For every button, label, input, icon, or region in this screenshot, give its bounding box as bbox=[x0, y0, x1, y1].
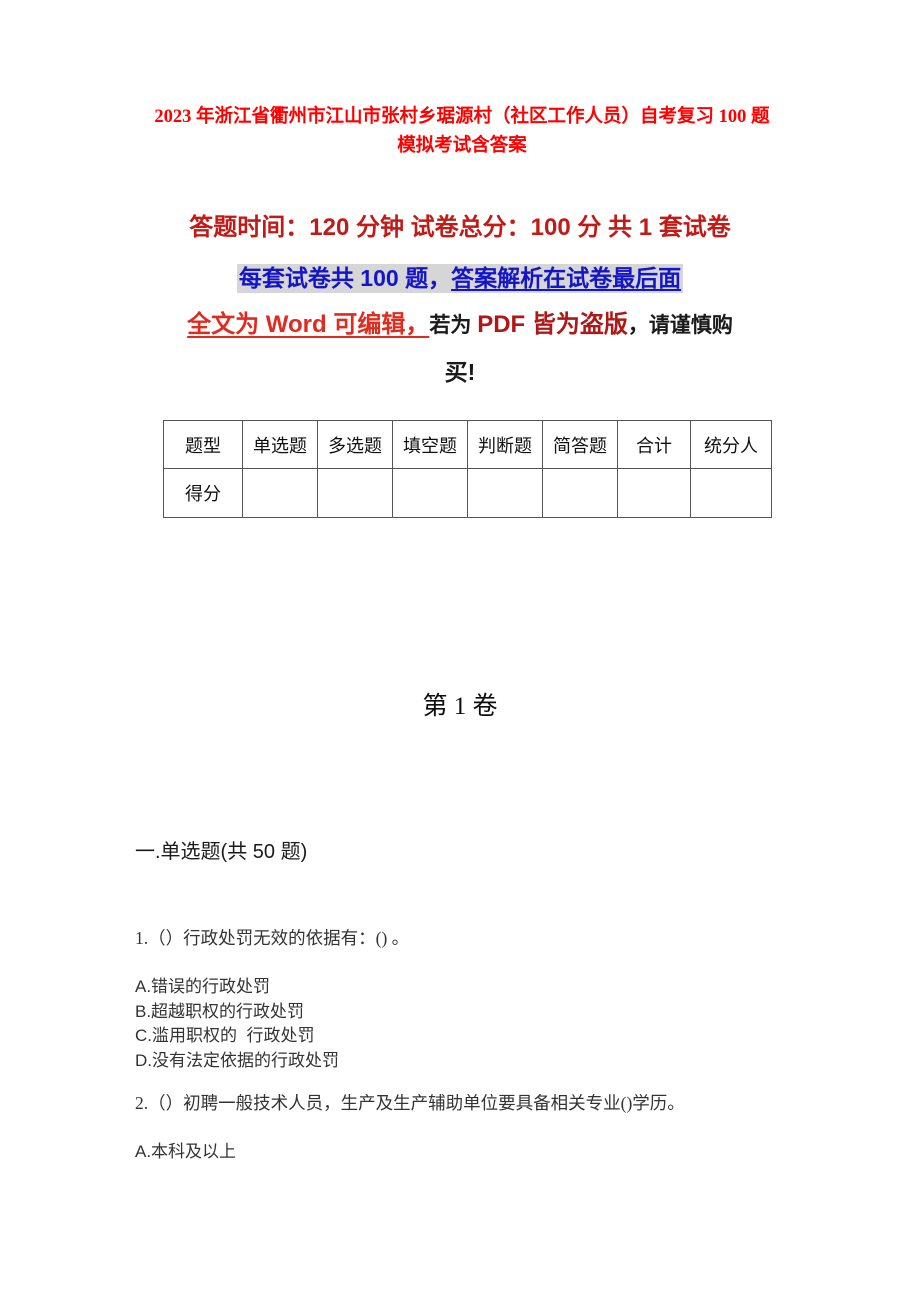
question-stem-2: 2.（）初聘一般技术人员，生产及生产辅助单位要具备相关专业()学历。 bbox=[135, 1093, 685, 1113]
score-table: 题型 单选题 多选题 填空题 判断题 简答题 合计 统分人 得分 bbox=[163, 420, 772, 518]
score-cell[interactable] bbox=[690, 468, 772, 518]
option-item[interactable]: B.超越职权的行政处罚 bbox=[135, 1000, 795, 1025]
question-options-1: A.错误的行政处罚 B.超越职权的行政处罚 C.滥用职权的 行政处罚 D.没有法… bbox=[135, 975, 795, 1073]
score-cell[interactable] bbox=[617, 468, 691, 518]
option-item[interactable]: A.错误的行政处罚 bbox=[135, 975, 795, 1000]
table-header-cell: 填空题 bbox=[392, 420, 468, 469]
copyright-notice-line: 全文为 Word 可编辑，若为 PDF 皆为盗版，请谨慎购 bbox=[140, 307, 780, 344]
score-cell[interactable] bbox=[542, 468, 618, 518]
question-options-2: A.本科及以上 bbox=[135, 1140, 795, 1165]
table-header-cell: 判断题 bbox=[467, 420, 543, 469]
highlight-notice-line: 每套试卷共 100 题，答案解析在试卷最后面 bbox=[140, 262, 780, 295]
score-cell[interactable] bbox=[242, 468, 318, 518]
option-item[interactable]: D.没有法定依据的行政处罚 bbox=[135, 1049, 795, 1074]
table-header-cell: 题型 bbox=[163, 420, 243, 469]
table-row-score: 得分 bbox=[163, 468, 772, 518]
document-page: 2023 年浙江省衢州市江山市张村乡琚源村（社区工作人员）自考复习 100 题模… bbox=[0, 0, 920, 1302]
word-editable-text: 全文为 Word 可编辑， bbox=[187, 311, 430, 338]
score-row-label: 得分 bbox=[163, 468, 243, 518]
table-header-cell: 统分人 bbox=[690, 420, 772, 469]
table-header-cell: 简答题 bbox=[542, 420, 618, 469]
highlight-plain-text: 每套试卷共 100 题， bbox=[238, 265, 452, 291]
option-item[interactable]: A.本科及以上 bbox=[135, 1140, 795, 1165]
question-stem-1: 1.（）行政处罚无效的依据有：() 。 bbox=[135, 928, 410, 948]
score-cell[interactable] bbox=[392, 468, 468, 518]
notice-black-text-2: ，请谨慎购 bbox=[627, 314, 733, 337]
copyright-notice-line-2: 买! bbox=[444, 359, 476, 385]
pdf-piracy-text: PDF 皆为盗版 bbox=[477, 311, 628, 338]
table-header-cell: 合计 bbox=[617, 420, 691, 469]
page-title: 2023 年浙江省衢州市江山市张村乡琚源村（社区工作人员）自考复习 100 题模… bbox=[154, 107, 770, 156]
section-heading-single-choice: 一.单选题(共 50 题) bbox=[135, 841, 308, 863]
table-row-header: 题型 单选题 多选题 填空题 判断题 简答题 合计 统分人 bbox=[163, 420, 772, 469]
score-cell[interactable] bbox=[317, 468, 393, 518]
notice-black-text-1: 若为 bbox=[429, 314, 478, 337]
highlight-underlined-text: 答案解析在试卷最后面 bbox=[451, 265, 682, 291]
table-header-cell: 多选题 bbox=[317, 420, 393, 469]
score-cell[interactable] bbox=[467, 468, 543, 518]
volume-heading: 第 1 卷 bbox=[422, 693, 498, 720]
option-item[interactable]: C.滥用职权的 行政处罚 bbox=[135, 1024, 795, 1049]
table-header-cell: 单选题 bbox=[242, 420, 318, 469]
score-table-container: 题型 单选题 多选题 填空题 判断题 简答题 合计 统分人 得分 bbox=[163, 420, 772, 518]
exam-info-line: 答题时间：120 分钟 试卷总分：100 分 共 1 套试卷 bbox=[189, 214, 731, 241]
highlight-span: 每套试卷共 100 题，答案解析在试卷最后面 bbox=[236, 264, 684, 293]
